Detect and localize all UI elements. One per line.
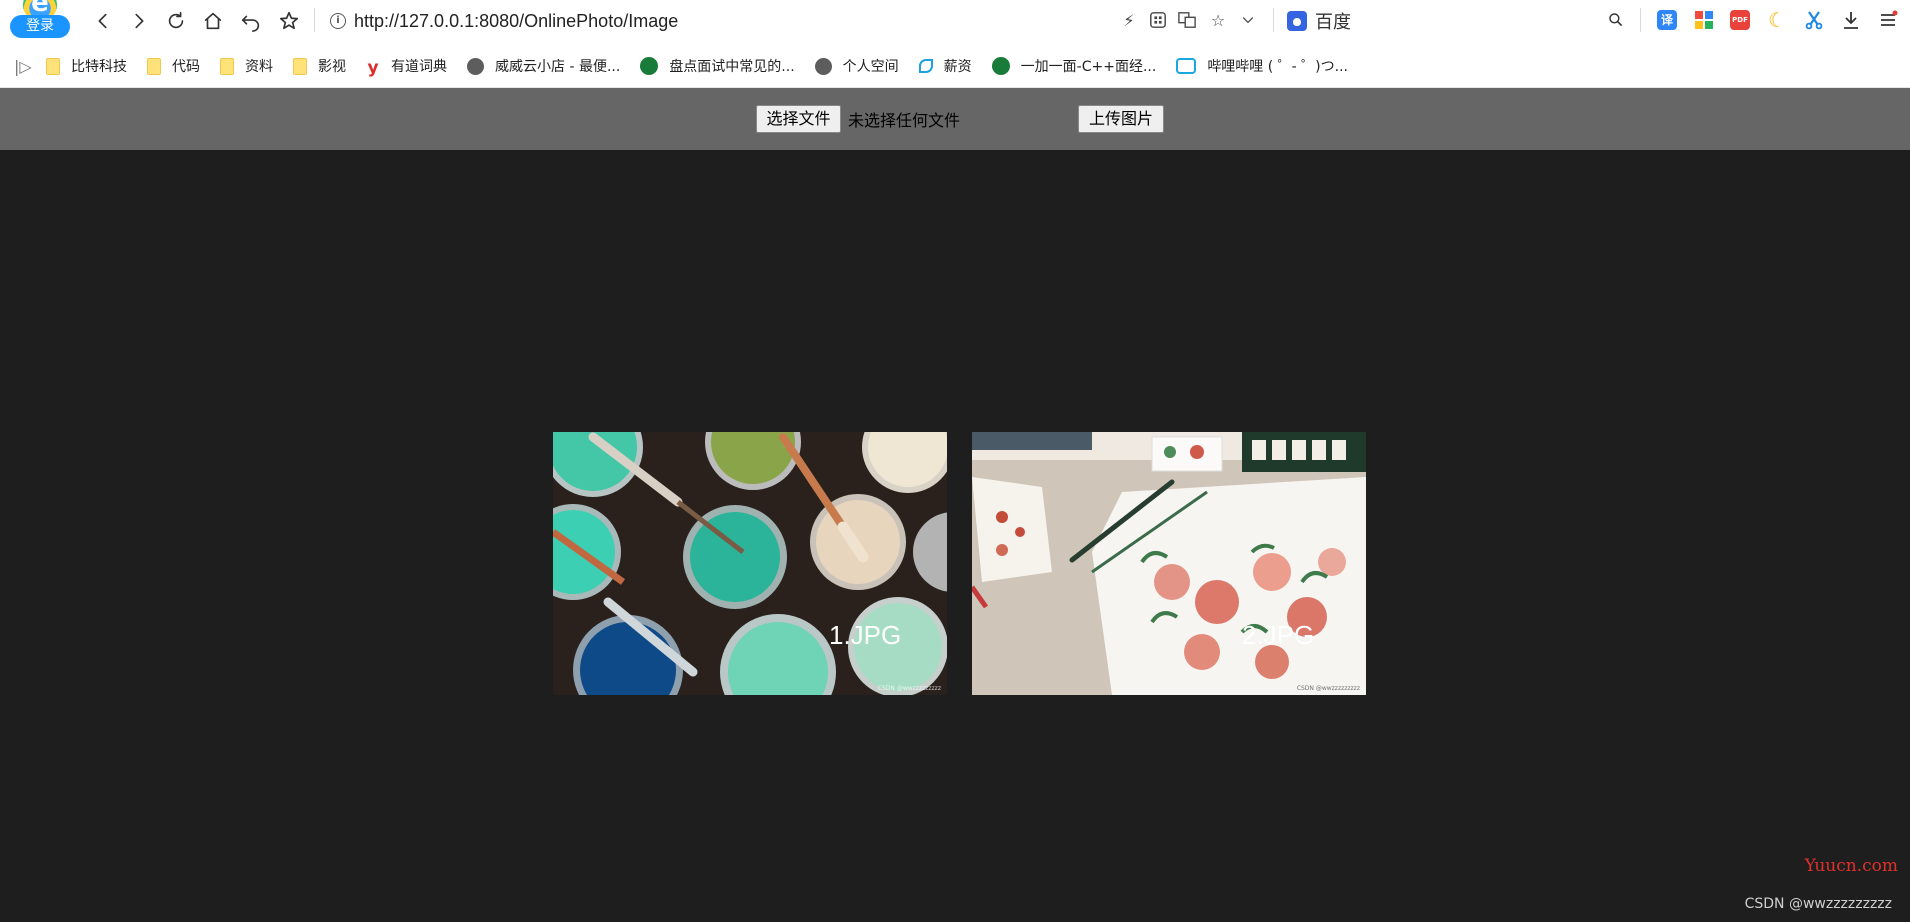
image-filename: 2.JPG bbox=[1242, 620, 1315, 650]
bookmark-label: 盘点面试中常见的... bbox=[669, 59, 795, 75]
bookmark-label: 资料 bbox=[245, 59, 273, 75]
lightning-icon[interactable]: ⚡ bbox=[1118, 9, 1140, 31]
watercolor-flowers-image bbox=[972, 432, 1366, 695]
upload-form: 选择文件 未选择任何文件 上传图片 bbox=[0, 88, 1910, 150]
paint-cups-image bbox=[553, 432, 947, 695]
folder-icon bbox=[220, 57, 234, 75]
bookmark-label: 影视 bbox=[318, 59, 346, 75]
folder-icon bbox=[147, 57, 161, 75]
bookmarks-bar: |▷ 比特科技 代码 资料 影视 y 有道词典 威威云小店 - 最便... 盘点… bbox=[0, 45, 1910, 88]
moon-icon[interactable]: ☾ bbox=[1766, 8, 1788, 32]
bookmark-item[interactable]: 哔哩哔哩 ( ゜- ゜)つ... bbox=[1176, 51, 1348, 81]
chevron-down-icon[interactable] bbox=[1237, 9, 1259, 31]
youdao-icon: y bbox=[367, 57, 379, 78]
back-icon[interactable] bbox=[90, 8, 116, 34]
apps-icon[interactable] bbox=[1147, 9, 1169, 31]
image-watermark: CSDN @wwzzzzzzzzz bbox=[1296, 685, 1360, 692]
baidu-icon bbox=[1287, 11, 1307, 31]
toolbar-separator bbox=[1640, 8, 1641, 32]
site-watermark: Yuucn.com bbox=[1804, 856, 1898, 876]
bookmark-label: 个人空间 bbox=[842, 59, 899, 75]
bookmark-item[interactable]: 资料 bbox=[220, 51, 273, 81]
bookmark-item[interactable]: 薪资 bbox=[918, 51, 972, 81]
gallery-image-card[interactable]: 2.JPG CSDN @wwzzzzzzzzz bbox=[972, 432, 1366, 695]
scissors-icon[interactable] bbox=[1803, 9, 1825, 31]
bookmark-item[interactable]: 威威云小店 - 最便... bbox=[467, 51, 620, 81]
bookmark-label: 薪资 bbox=[943, 59, 972, 75]
folder-icon bbox=[46, 57, 60, 75]
bookmark-item[interactable]: 盘点面试中常见的... bbox=[640, 51, 795, 81]
url-text[interactable]: http://127.0.0.1:8080/OnlinePhoto/Image bbox=[354, 11, 678, 32]
author-watermark: CSDN @wwzzzzzzzzz bbox=[1744, 896, 1892, 912]
info-icon[interactable]: i bbox=[330, 13, 346, 29]
gallery-image-card[interactable]: 1.JPG CSDN @wwzzzzzzzzz bbox=[553, 432, 947, 695]
star-icon[interactable] bbox=[276, 8, 302, 34]
toolbar-separator bbox=[1273, 8, 1274, 32]
upload-image-button[interactable]: 上传图片 bbox=[1078, 105, 1164, 133]
reload-icon[interactable] bbox=[163, 8, 189, 34]
search-engine-selector[interactable]: 百度 bbox=[1287, 8, 1351, 34]
bookmark-label: 有道词典 bbox=[391, 59, 447, 75]
address-bar[interactable]: i http://127.0.0.1:8080/OnlinePhoto/Imag… bbox=[330, 8, 1090, 34]
menu-icon[interactable] bbox=[1877, 9, 1899, 31]
forward-icon[interactable] bbox=[126, 8, 152, 34]
sidebar-toggle-icon[interactable]: |▷ bbox=[14, 57, 36, 76]
bookmark-item[interactable]: 代码 bbox=[147, 51, 200, 81]
grid-ext-icon[interactable] bbox=[1693, 9, 1715, 31]
search-engine-label: 百度 bbox=[1315, 12, 1351, 33]
bookmark-item[interactable]: y 有道词典 bbox=[366, 51, 447, 81]
bookmark-label: 一加一面-C++面经... bbox=[1020, 59, 1157, 75]
favorite-icon[interactable]: ☆ bbox=[1207, 9, 1229, 31]
bookmark-label: 威威云小店 - 最便... bbox=[495, 59, 621, 75]
folder-icon bbox=[293, 57, 307, 75]
download-icon[interactable] bbox=[1840, 9, 1862, 31]
choose-file-button[interactable]: 选择文件 bbox=[756, 105, 841, 133]
bookmark-item[interactable]: 个人空间 bbox=[814, 51, 899, 81]
translate-ext-icon[interactable]: 译 bbox=[1656, 9, 1678, 31]
image-filename: 1.JPG bbox=[829, 620, 902, 650]
shield-icon bbox=[991, 57, 1010, 75]
translate-ext-label: 译 bbox=[1657, 10, 1677, 30]
bookmark-label: 代码 bbox=[172, 59, 200, 75]
bookmark-label: 比特科技 bbox=[71, 59, 127, 75]
home-icon[interactable] bbox=[200, 8, 226, 34]
search-icon[interactable] bbox=[1605, 9, 1627, 31]
pdf-icon[interactable]: PDF bbox=[1729, 9, 1751, 31]
image-gallery: 1.JPG CSDN @wwzzzzzzzzz 2.JPG CSDN @wwzz… bbox=[553, 432, 1367, 695]
bookmark-item[interactable]: 影视 bbox=[293, 51, 346, 81]
image-watermark: CSDN @wwzzzzzzzzz bbox=[877, 685, 941, 692]
bookmark-item[interactable]: 比特科技 bbox=[46, 51, 127, 81]
login-button[interactable]: 登录 bbox=[10, 0, 70, 40]
bilibili-icon bbox=[1176, 58, 1197, 74]
pdf-ext-label: PDF bbox=[1730, 10, 1750, 30]
file-status-text: 未选择任何文件 bbox=[848, 111, 961, 130]
browser-toolbar: 登录 i http://127.0.0.1:8080/OnlinePhoto/I… bbox=[0, 0, 1910, 45]
translate-icon[interactable] bbox=[1176, 9, 1198, 31]
login-label: 登录 bbox=[10, 15, 70, 38]
undo-icon[interactable] bbox=[238, 8, 264, 34]
globe-icon bbox=[814, 57, 832, 75]
toolbar-separator bbox=[314, 8, 315, 32]
leaf-icon bbox=[918, 59, 933, 73]
bookmark-item[interactable]: 一加一面-C++面经... bbox=[991, 51, 1157, 81]
globe-icon bbox=[467, 57, 484, 75]
bookmark-label: 哔哩哔哩 ( ゜- ゜)つ... bbox=[1207, 59, 1348, 75]
shield-icon bbox=[640, 57, 659, 75]
